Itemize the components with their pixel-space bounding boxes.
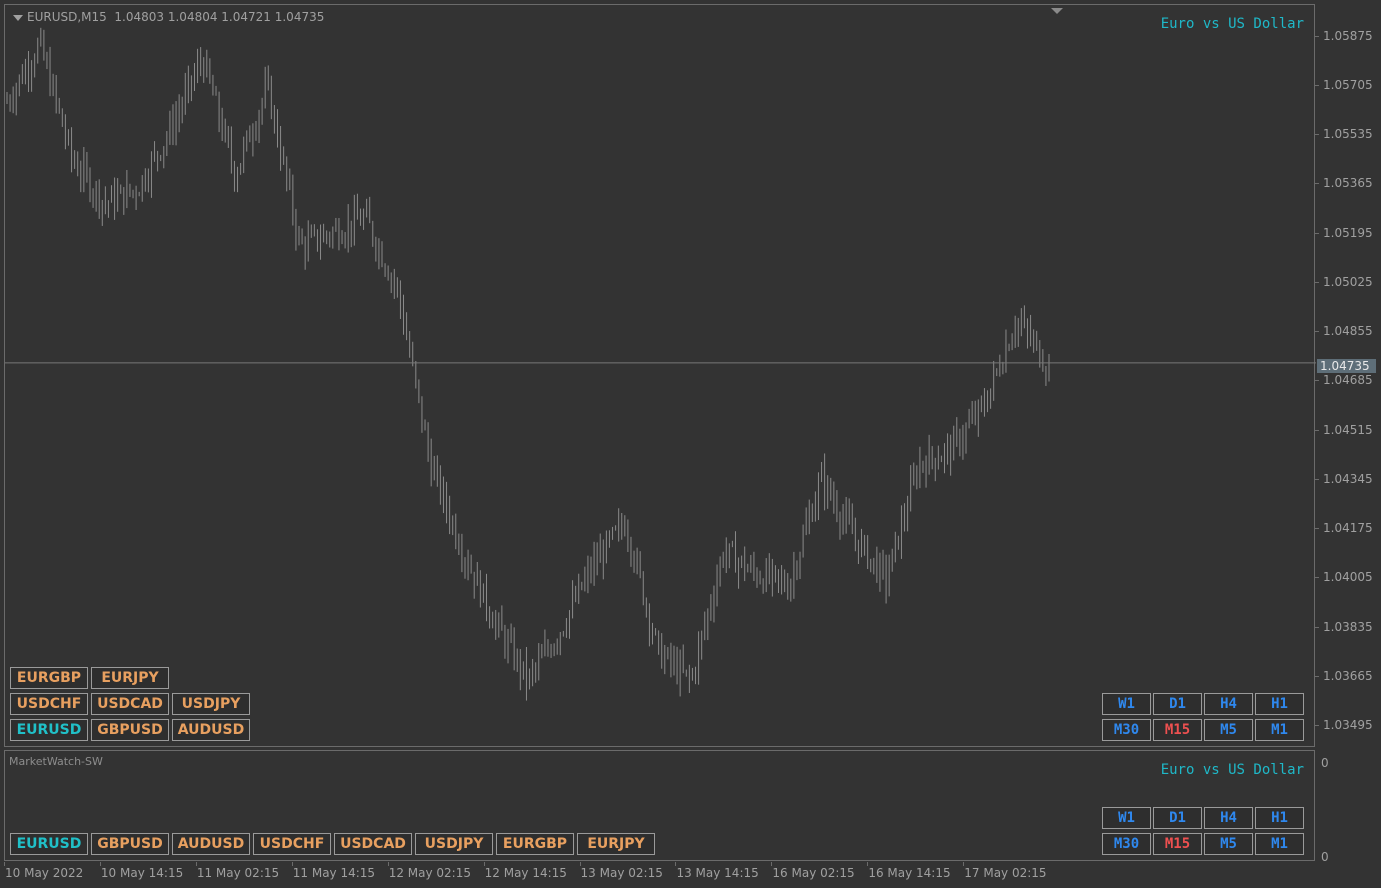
timeframe-button-d1[interactable]: D1 xyxy=(1153,693,1202,715)
price-axis-tick xyxy=(1315,35,1319,37)
timeframe-button-m5[interactable]: M5 xyxy=(1204,719,1253,741)
collapse-arrow-icon[interactable] xyxy=(13,14,23,21)
chart-symbol: EURUSD,M15 xyxy=(27,10,107,24)
price-axis-tick xyxy=(1315,725,1319,727)
price-axis-tick xyxy=(1315,380,1319,382)
time-axis-tick xyxy=(387,862,389,866)
subwindow-timeframe-button-w1[interactable]: W1 xyxy=(1102,807,1151,829)
price-axis-tick xyxy=(1315,478,1319,480)
subwindow-symbol-button-usdchf[interactable]: USDCHF xyxy=(253,833,331,855)
time-axis-label: 17 May 02:15 xyxy=(964,866,1047,880)
symbol-button-usdjpy[interactable]: USDJPY xyxy=(172,693,250,715)
subwindow-timeframe-button-h4[interactable]: H4 xyxy=(1204,807,1253,829)
timeframe-button-m30[interactable]: M30 xyxy=(1102,719,1151,741)
time-axis-label: 16 May 02:15 xyxy=(772,866,855,880)
time-axis-tick xyxy=(99,862,101,866)
chart-description: Euro vs US Dollar xyxy=(1160,16,1304,32)
price-axis-label: 1.03495 xyxy=(1323,718,1373,733)
price-axis-label: 1.04515 xyxy=(1323,422,1373,437)
timeframe-button-m15[interactable]: M15 xyxy=(1153,719,1202,741)
price-axis-label: 1.05195 xyxy=(1323,225,1373,240)
time-axis[interactable]: 10 May 2022 10 May 14:15 11 May 02:15 11 Ma… xyxy=(0,862,1381,888)
price-axis-label: 1.05535 xyxy=(1323,127,1373,142)
time-axis-label: 13 May 14:15 xyxy=(676,866,759,880)
symbol-button-gbpusd[interactable]: GBPUSD xyxy=(91,719,169,741)
subwindow-pane[interactable]: MarketWatch-SW Euro vs US Dollar EURUSD G… xyxy=(4,750,1315,861)
price-axis-label: 1.04005 xyxy=(1323,570,1373,585)
subwindow-timeframe-button-h1[interactable]: H1 xyxy=(1255,807,1304,829)
price-axis-label: 1.05025 xyxy=(1323,274,1373,289)
price-axis-label: 1.05365 xyxy=(1323,176,1373,191)
time-axis-tick xyxy=(579,862,581,866)
time-axis-tick xyxy=(771,862,773,866)
price-axis-label: 1.03665 xyxy=(1323,668,1373,683)
price-axis-tick xyxy=(1315,577,1319,579)
subwindow-symbol-button-eurjpy[interactable]: EURJPY xyxy=(577,833,655,855)
symbol-button-eurgbp[interactable]: EURGBP xyxy=(10,667,88,689)
time-axis-tick xyxy=(195,862,197,866)
subwindow-symbol-button-usdjpy[interactable]: USDJPY xyxy=(415,833,493,855)
price-axis-tick xyxy=(1315,232,1319,234)
symbol-button-usdchf[interactable]: USDCHF xyxy=(10,693,88,715)
subwindow-timeframe-button-d1[interactable]: D1 xyxy=(1153,807,1202,829)
time-axis-tick xyxy=(4,862,5,866)
time-axis-tick xyxy=(963,862,965,866)
chart-shift-marker-icon[interactable] xyxy=(1051,8,1063,14)
price-chart xyxy=(5,27,1316,701)
price-axis-label: 1.04685 xyxy=(1323,373,1373,388)
time-axis-label: 10 May 2022 xyxy=(5,866,84,880)
time-axis-tick xyxy=(291,862,293,866)
current-price-tag: 1.04735 xyxy=(1317,358,1376,373)
price-axis-tick xyxy=(1315,84,1319,86)
price-axis-tick xyxy=(1315,183,1319,185)
price-axis-tick xyxy=(1315,331,1319,333)
timeframe-button-h4[interactable]: H4 xyxy=(1204,693,1253,715)
symbol-button-eurusd[interactable]: EURUSD xyxy=(10,719,88,741)
subwindow-symbol-button-audusd[interactable]: AUDUSD xyxy=(172,833,250,855)
price-axis-tick xyxy=(1315,626,1319,628)
subwindow-timeframe-button-m15[interactable]: M15 xyxy=(1153,833,1202,855)
main-chart-pane[interactable]: EURUSD,M15 1.04803 1.04804 1.04721 1.047… xyxy=(4,4,1316,747)
subwindow-axis-top: 0 xyxy=(1321,756,1329,770)
price-axis-label: 1.04345 xyxy=(1323,471,1373,486)
time-axis-tick xyxy=(867,862,869,866)
subwindow-symbol-button-eurusd[interactable]: EURUSD xyxy=(10,833,88,855)
time-axis-label: 12 May 02:15 xyxy=(388,866,471,880)
subwindow-timeframe-button-m5[interactable]: M5 xyxy=(1204,833,1253,855)
price-axis-tick xyxy=(1315,528,1319,530)
time-axis-label: 16 May 14:15 xyxy=(868,866,951,880)
price-axis-label: 1.04855 xyxy=(1323,324,1373,339)
time-axis-tick xyxy=(483,862,485,866)
subwindow-title: MarketWatch-SW xyxy=(9,755,103,768)
timeframe-button-w1[interactable]: W1 xyxy=(1102,693,1151,715)
timeframe-button-h1[interactable]: H1 xyxy=(1255,693,1304,715)
subwindow-symbol-button-eurgbp[interactable]: EURGBP xyxy=(496,833,574,855)
symbol-button-eurjpy[interactable]: EURJPY xyxy=(91,667,169,689)
chart-header: EURUSD,M15 1.04803 1.04804 1.04721 1.047… xyxy=(13,10,324,24)
price-axis-tick xyxy=(1315,134,1319,136)
subwindow-description: Euro vs US Dollar xyxy=(1160,762,1304,778)
time-axis-label: 10 May 14:15 xyxy=(100,866,184,880)
chart-ohlc: 1.04803 1.04804 1.04721 1.04735 xyxy=(114,10,325,24)
timeframe-button-m1[interactable]: M1 xyxy=(1255,719,1304,741)
symbol-button-audusd[interactable]: AUDUSD xyxy=(172,719,250,741)
time-axis-label: 11 May 14:15 xyxy=(292,866,376,880)
price-axis[interactable]: 1.04735 0 0 1.05875 1.05705 1.05535 1.05365… xyxy=(1315,4,1381,864)
price-axis-tick xyxy=(1315,429,1319,431)
price-axis-tick xyxy=(1315,675,1319,677)
time-axis-label: 12 May 14:15 xyxy=(484,866,567,880)
symbol-button-usdcad[interactable]: USDCAD xyxy=(91,693,169,715)
price-axis-label: 1.03835 xyxy=(1323,619,1373,634)
time-axis-label: 11 May 02:15 xyxy=(196,866,280,880)
time-axis-label: 13 May 02:15 xyxy=(580,866,663,880)
price-axis-label: 1.05705 xyxy=(1323,77,1373,92)
price-axis-tick xyxy=(1315,281,1319,283)
price-axis-label: 1.05875 xyxy=(1323,28,1373,43)
subwindow-timeframe-button-m1[interactable]: M1 xyxy=(1255,833,1304,855)
price-axis-label: 1.04175 xyxy=(1323,521,1373,536)
time-axis-tick xyxy=(675,862,677,866)
subwindow-timeframe-button-m30[interactable]: M30 xyxy=(1102,833,1151,855)
subwindow-symbol-button-gbpusd[interactable]: GBPUSD xyxy=(91,833,169,855)
subwindow-symbol-button-usdcad[interactable]: USDCAD xyxy=(334,833,412,855)
